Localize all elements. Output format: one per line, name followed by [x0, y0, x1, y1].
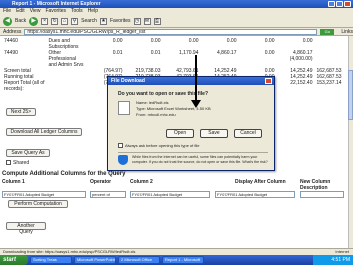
go-button[interactable]: Go	[320, 28, 335, 35]
menu-edit[interactable]: Edit	[16, 8, 25, 15]
window-title: Report 1 - Microsoft Internet Explorer	[12, 1, 101, 7]
display-after-select[interactable]: FY07/FR01 Adopted Budget	[215, 191, 295, 198]
taskbar-item-1[interactable]: Sorting Treas	[30, 256, 72, 264]
back-label[interactable]: Back	[15, 18, 26, 24]
menu-tools[interactable]: Tools	[71, 8, 83, 15]
window-controls	[328, 1, 351, 7]
table-cell	[276, 86, 314, 92]
menu-favorites[interactable]: Favorites	[45, 8, 66, 15]
pointer-arrowhead	[191, 100, 201, 108]
table-cell: 153,237.14	[316, 80, 342, 86]
print-icon[interactable]: ⎙	[153, 17, 161, 25]
forward-arrow-icon[interactable]: ▶	[29, 16, 39, 26]
display-after-header: Display After Column	[235, 179, 286, 185]
save-button[interactable]: Save	[200, 129, 228, 138]
refresh-icon[interactable]: ↻	[51, 17, 59, 25]
another-query-button[interactable]: Another Query	[6, 222, 46, 235]
system-clock: 4:51 PM	[313, 255, 353, 265]
search-icon[interactable]: ⚲	[71, 17, 79, 25]
taskbar-item-3[interactable]: 2 Microsoft Office	[118, 256, 160, 264]
type-label: Type:	[136, 106, 146, 111]
always-ask-label: Always ask before opening this type of f…	[125, 143, 200, 148]
column2-select[interactable]: FY07/FR01 Adopted Budget	[130, 191, 210, 198]
operator-header: Operator	[90, 179, 112, 185]
table-cell	[46, 86, 86, 92]
status-bar: Downloading from site: https://oasys1.mh…	[0, 248, 353, 255]
file-name: ledRsdt.xls	[148, 100, 169, 105]
minimize-button[interactable]	[328, 1, 335, 7]
name-label: Name:	[136, 100, 148, 105]
start-button[interactable]: start	[0, 255, 28, 265]
shield-icon	[118, 155, 128, 165]
open-button[interactable]: Open	[166, 129, 194, 138]
taskbar: start Sorting Treas Microsoft PowerPoint…	[0, 255, 353, 265]
perform-computation-button[interactable]: Perform Computation	[8, 200, 68, 208]
file-download-dialog: File Download Do you want to open or sav…	[107, 76, 275, 171]
from-label: From:	[136, 112, 147, 117]
browser-toolbar: ◀ Back ▶ × ↻ ⌂ ⚲ Search ★ Favorites ◷ ✉ …	[0, 15, 353, 28]
operator-select[interactable]: percent of	[90, 191, 126, 198]
new-column-description-input[interactable]	[300, 191, 344, 198]
table-cell	[314, 86, 343, 92]
maximize-button[interactable]	[336, 1, 343, 7]
pointer-arrow	[195, 55, 197, 102]
menu-view[interactable]: View	[30, 8, 41, 15]
file-source: mhcoll.mhc.edu	[147, 112, 176, 117]
scrollbar-thumb[interactable]	[348, 70, 353, 120]
column1-header: Column 1	[2, 179, 25, 185]
links-label[interactable]: Links	[341, 29, 353, 35]
close-button[interactable]	[344, 1, 351, 7]
table-cell: and Admin Srvs	[48, 62, 84, 68]
favorites-star-icon[interactable]: ★	[99, 17, 107, 25]
menu-help[interactable]: Help	[88, 8, 98, 15]
address-bar: Address https://oasys1.mhc.edu/PSC/GLRW/…	[0, 28, 353, 36]
status-text: Downloading from site: https://oasys1.mh…	[3, 249, 136, 254]
menu-bar: File Edit View Favorites Tools Help	[0, 8, 353, 15]
column2-header: Column 2	[130, 179, 153, 185]
excel-file-icon	[118, 101, 130, 115]
cancel-button[interactable]: Cancel	[234, 129, 262, 138]
shared-checkbox[interactable]	[6, 160, 11, 165]
new-column-description-header: New Column Description	[300, 179, 331, 191]
dialog-close-button[interactable]	[265, 78, 272, 84]
warning-text: While files from the Internet can be use…	[132, 155, 268, 164]
menu-file[interactable]: File	[3, 8, 11, 15]
window-title-bar: Report 1 - Microsoft Internet Explorer	[0, 0, 353, 8]
mail-icon[interactable]: ✉	[143, 17, 151, 25]
vertical-scrollbar[interactable]	[348, 36, 353, 248]
taskbar-item-4[interactable]: Report 1 - Microsoft	[162, 256, 204, 264]
search-label[interactable]: Search	[81, 18, 97, 24]
home-icon[interactable]: ⌂	[61, 17, 69, 25]
address-input[interactable]: https://oasys1.mhc.edu/PSC/GLRW/ps_R_led…	[24, 28, 318, 35]
taskbar-item-2[interactable]: Microsoft PowerPoint	[74, 256, 116, 264]
favorites-label[interactable]: Favorites	[110, 18, 131, 24]
dialog-title: File Download	[108, 77, 274, 85]
save-query-button[interactable]: Save Query As	[6, 149, 50, 157]
history-icon[interactable]: ◷	[133, 17, 141, 25]
column1-select[interactable]: FY07/FR01 Adopted Budget	[2, 191, 86, 198]
shared-label: Shared	[13, 160, 30, 166]
download-all-columns-button[interactable]: Download All Ledger Columns	[6, 128, 82, 136]
table-cell: records):	[4, 86, 24, 92]
compute-section-title: Compute Additional Columns for the Query	[2, 171, 126, 177]
back-arrow-icon[interactable]: ◀	[3, 16, 12, 26]
stop-icon[interactable]: ×	[41, 17, 49, 25]
next-page-button[interactable]: Next 25>	[6, 108, 36, 116]
always-ask-checkbox[interactable]	[118, 143, 123, 148]
file-type: Microsoft Excel Worksheet, 4.50 KB	[146, 106, 211, 111]
address-label: Address	[3, 28, 22, 35]
